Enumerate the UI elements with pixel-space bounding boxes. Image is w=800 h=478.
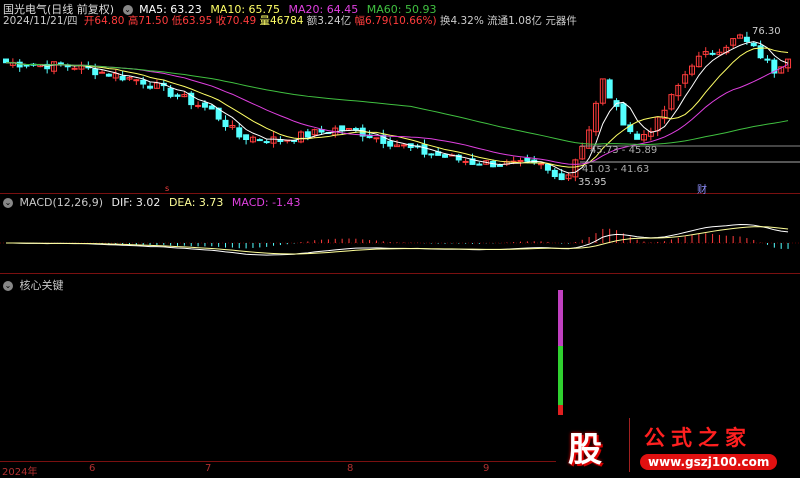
candle [105, 73, 112, 77]
chevron-down-icon[interactable]: ⌄ [3, 281, 13, 291]
candle [620, 103, 627, 126]
candle [400, 144, 407, 147]
annotation-low: 35.95 [578, 177, 607, 188]
annotation-range2: 41.03 - 41.63 [582, 164, 650, 175]
logo-char: 股 [568, 430, 602, 470]
candle [263, 141, 270, 144]
candle [133, 79, 140, 82]
candle [496, 164, 503, 167]
candle [764, 58, 771, 61]
chevron-down-icon[interactable]: ⌄ [3, 198, 13, 208]
annotation-high: 76.30 [752, 26, 781, 37]
candle [551, 169, 558, 178]
candle [558, 173, 565, 181]
candle [750, 42, 757, 47]
candle [147, 85, 154, 89]
indicator-bar-purple [558, 290, 563, 346]
logo-url[interactable]: www.gszj100.com [640, 454, 778, 470]
divider [0, 193, 800, 194]
indicator-header: ⌄ 核心关键 [3, 277, 64, 293]
logo-divider [629, 418, 630, 472]
candle [140, 79, 147, 85]
price-chart[interactable] [0, 0, 800, 475]
candle [524, 157, 531, 162]
candle [236, 127, 243, 138]
candle [428, 153, 435, 156]
divider [0, 461, 556, 462]
candle [201, 102, 208, 108]
candle [634, 133, 641, 140]
candle [208, 105, 215, 110]
candle [71, 67, 78, 70]
candle [743, 36, 750, 42]
candle [304, 131, 311, 138]
watermark-logo: 股 公式之家 www.gszj100.com [556, 418, 800, 475]
macd-header: ⌄ MACD(12,26,9) DIF: 3.02 DEA: 3.73 MACD… [3, 196, 301, 209]
marker-cai[interactable]: 财 [697, 181, 707, 196]
candle [99, 71, 106, 74]
indicator-label: 核心关键 [19, 279, 64, 292]
macd-dea: DEA: 3.73 [168, 196, 224, 209]
candle [606, 79, 613, 99]
indicator-bar-green [558, 346, 563, 405]
candle [442, 154, 449, 158]
candle [23, 64, 30, 67]
x-label: 2024年 [2, 467, 38, 478]
macd-dif: DIF: 3.02 [111, 196, 161, 209]
candle [174, 94, 181, 97]
x-label: 6 [89, 463, 96, 474]
candle [544, 163, 551, 171]
ma5-line [5, 41, 789, 174]
candle [167, 87, 174, 97]
candle [476, 163, 483, 166]
x-label: 9 [483, 463, 490, 474]
macd-label: MACD(12,26,9) [19, 196, 104, 209]
candle [3, 58, 9, 64]
candle [462, 160, 469, 163]
candle [92, 68, 99, 76]
ma10-line [5, 47, 789, 168]
macd-value: MACD: -1.43 [231, 196, 301, 209]
candle [195, 104, 202, 107]
candle [373, 137, 380, 140]
candle [709, 52, 716, 55]
x-label: 7 [205, 463, 212, 474]
dif-line [5, 223, 789, 256]
candle [387, 140, 394, 147]
marker-s[interactable]: s [165, 184, 169, 193]
divider [0, 273, 800, 274]
candle [517, 160, 524, 163]
candle [339, 125, 346, 132]
x-label: 8 [347, 463, 354, 474]
annotation-range1: 45.73 - 45.89 [590, 145, 658, 156]
candle [421, 144, 428, 155]
candle [119, 75, 126, 81]
candle [256, 139, 263, 142]
dea-line [5, 226, 789, 255]
logo-name: 公式之家 [644, 426, 752, 450]
candle [222, 119, 229, 128]
candle [243, 134, 250, 141]
indicator-bar-red [558, 405, 563, 415]
